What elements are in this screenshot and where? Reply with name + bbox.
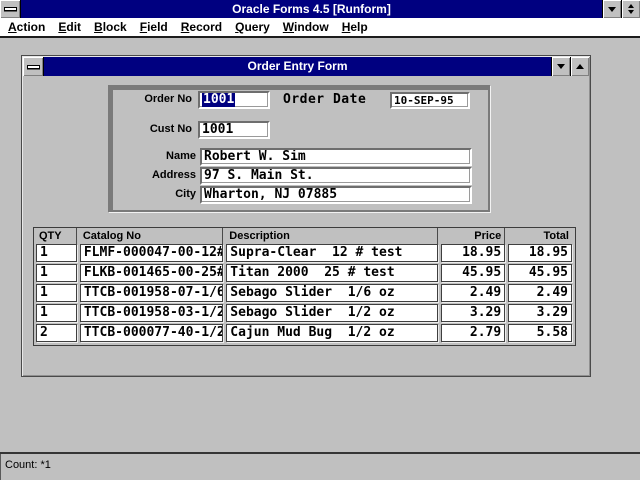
cell-qty[interactable]: 1 (36, 304, 77, 322)
cell-total[interactable]: 3.29 (508, 304, 572, 322)
line-items-table: QTYCatalog NoDescriptionPriceTotal 1FLMF… (33, 227, 576, 346)
column-header-price: Price (441, 228, 505, 244)
table-row: 1FLKB-001465-00-25#Titan 2000 25 # test4… (34, 264, 575, 284)
app-title: Oracle Forms 4.5 [Runform] (21, 0, 602, 18)
cell-catalog-no[interactable]: TTCB-001958-07-1/6 (80, 284, 223, 302)
order-no-field[interactable]: 1001 (198, 91, 270, 109)
cell-total[interactable]: 45.95 (508, 264, 572, 282)
cell-price[interactable]: 2.79 (441, 324, 505, 342)
address-value: 97 S. Main St. (204, 169, 314, 183)
menu-item-action[interactable]: Action (8, 20, 45, 34)
cell-total[interactable]: 2.49 (508, 284, 572, 302)
minimize-button[interactable] (602, 0, 621, 18)
cell-total[interactable]: 18.95 (508, 244, 572, 262)
cell-qty[interactable]: 1 (36, 284, 77, 302)
cell-description[interactable]: Sebago Slider 1/2 oz (226, 304, 438, 322)
status-bar: Count: *1 (0, 454, 640, 480)
down-arrow-icon (628, 10, 634, 14)
order-entry-form-window: Order Entry Form Order No 1001 Order Dat… (21, 55, 591, 377)
cust-no-value: 1001 (202, 123, 233, 137)
cell-price[interactable]: 2.49 (441, 284, 505, 302)
cell-description[interactable]: Cajun Mud Bug 1/2 oz (226, 324, 438, 342)
city-label: City (83, 188, 196, 200)
form-maximize-button[interactable] (570, 57, 589, 76)
menu-item-field[interactable]: Field (140, 20, 168, 34)
cell-price[interactable]: 45.95 (441, 264, 505, 282)
city-field[interactable]: Wharton, NJ 07885 (200, 186, 472, 204)
cell-price[interactable]: 18.95 (441, 244, 505, 262)
cell-description[interactable]: Sebago Slider 1/6 oz (226, 284, 438, 302)
order-no-value: 1001 (202, 93, 235, 107)
menu-bar: Action Edit Block Field Record Query Window Hel… (0, 18, 640, 38)
cell-description[interactable]: Supra-Clear 12 # test (226, 244, 438, 262)
menu-item-query[interactable]: Query (235, 20, 270, 34)
form-title-bar[interactable]: Order Entry Form (23, 57, 589, 76)
record-count-text: Count: *1 (5, 459, 51, 471)
cell-qty[interactable]: 2 (36, 324, 77, 342)
table-row: 2TTCB-000077-40-1/2Cajun Mud Bug 1/2 oz2… (34, 324, 575, 344)
form-system-menu-button[interactable] (23, 57, 44, 76)
down-arrow-icon (557, 64, 565, 69)
cust-no-field[interactable]: 1001 (198, 121, 270, 139)
menu-item-block[interactable]: Block (94, 20, 127, 34)
cell-price[interactable]: 3.29 (441, 304, 505, 322)
menu-item-record[interactable]: Record (181, 20, 222, 34)
table-row: 1TTCB-001958-03-1/2Sebago Slider 1/2 oz3… (34, 304, 575, 324)
restore-button[interactable] (621, 0, 640, 18)
cell-catalog-no[interactable]: TTCB-000077-40-1/2 (80, 324, 223, 342)
cell-qty[interactable]: 1 (36, 244, 77, 262)
application-window: Oracle Forms 4.5 [Runform] Action Edit Blo… (0, 0, 640, 480)
cell-catalog-no[interactable]: FLMF-000047-00-12# (80, 244, 223, 262)
app-title-bar[interactable]: Oracle Forms 4.5 [Runform] (0, 0, 640, 18)
cust-no-label: Cust No (83, 123, 192, 135)
cell-catalog-no[interactable]: FLKB-001465-00-25# (80, 264, 223, 282)
column-header-qty: QTY (36, 228, 77, 244)
column-header-total: Total (508, 228, 572, 244)
column-header-catalog-no: Catalog No (80, 228, 223, 244)
order-date-field[interactable]: 10-SEP-95 (390, 92, 470, 109)
cell-total[interactable]: 5.58 (508, 324, 572, 342)
name-value: Robert W. Sim (204, 150, 306, 164)
order-date-label: Order Date (283, 92, 366, 107)
table-row: 1TTCB-001958-07-1/6Sebago Slider 1/6 oz2… (34, 284, 575, 304)
cell-catalog-no[interactable]: TTCB-001958-03-1/2 (80, 304, 223, 322)
system-menu-dash-icon (4, 7, 17, 11)
form-minimize-button[interactable] (551, 57, 570, 76)
up-arrow-icon (628, 4, 634, 8)
column-header-description: Description (226, 228, 438, 244)
menu-item-window[interactable]: Window (283, 20, 329, 34)
table-header-row: QTYCatalog NoDescriptionPriceTotal (34, 228, 575, 244)
menu-item-edit[interactable]: Edit (58, 20, 81, 34)
table-row: 1FLMF-000047-00-12#Supra-Clear 12 # test… (34, 244, 575, 264)
cell-description[interactable]: Titan 2000 25 # test (226, 264, 438, 282)
up-arrow-icon (576, 64, 584, 69)
down-arrow-icon (608, 7, 616, 12)
system-menu-dash-icon (27, 65, 40, 69)
cell-qty[interactable]: 1 (36, 264, 77, 282)
table-body: 1FLMF-000047-00-12#Supra-Clear 12 # test… (34, 244, 575, 344)
name-label: Name (83, 150, 196, 162)
menu-item-help[interactable]: Help (342, 20, 368, 34)
order-no-label: Order No (83, 93, 192, 105)
name-field[interactable]: Robert W. Sim (200, 148, 472, 166)
city-value: Wharton, NJ 07885 (204, 188, 337, 202)
form-title: Order Entry Form (44, 57, 551, 76)
form-canvas: Order No 1001 Order Date 10-SEP-95 Cust … (23, 76, 589, 375)
system-menu-button[interactable] (0, 0, 21, 18)
address-field[interactable]: 97 S. Main St. (200, 167, 472, 185)
order-date-value: 10-SEP-95 (394, 94, 454, 108)
address-label: Address (83, 169, 196, 181)
